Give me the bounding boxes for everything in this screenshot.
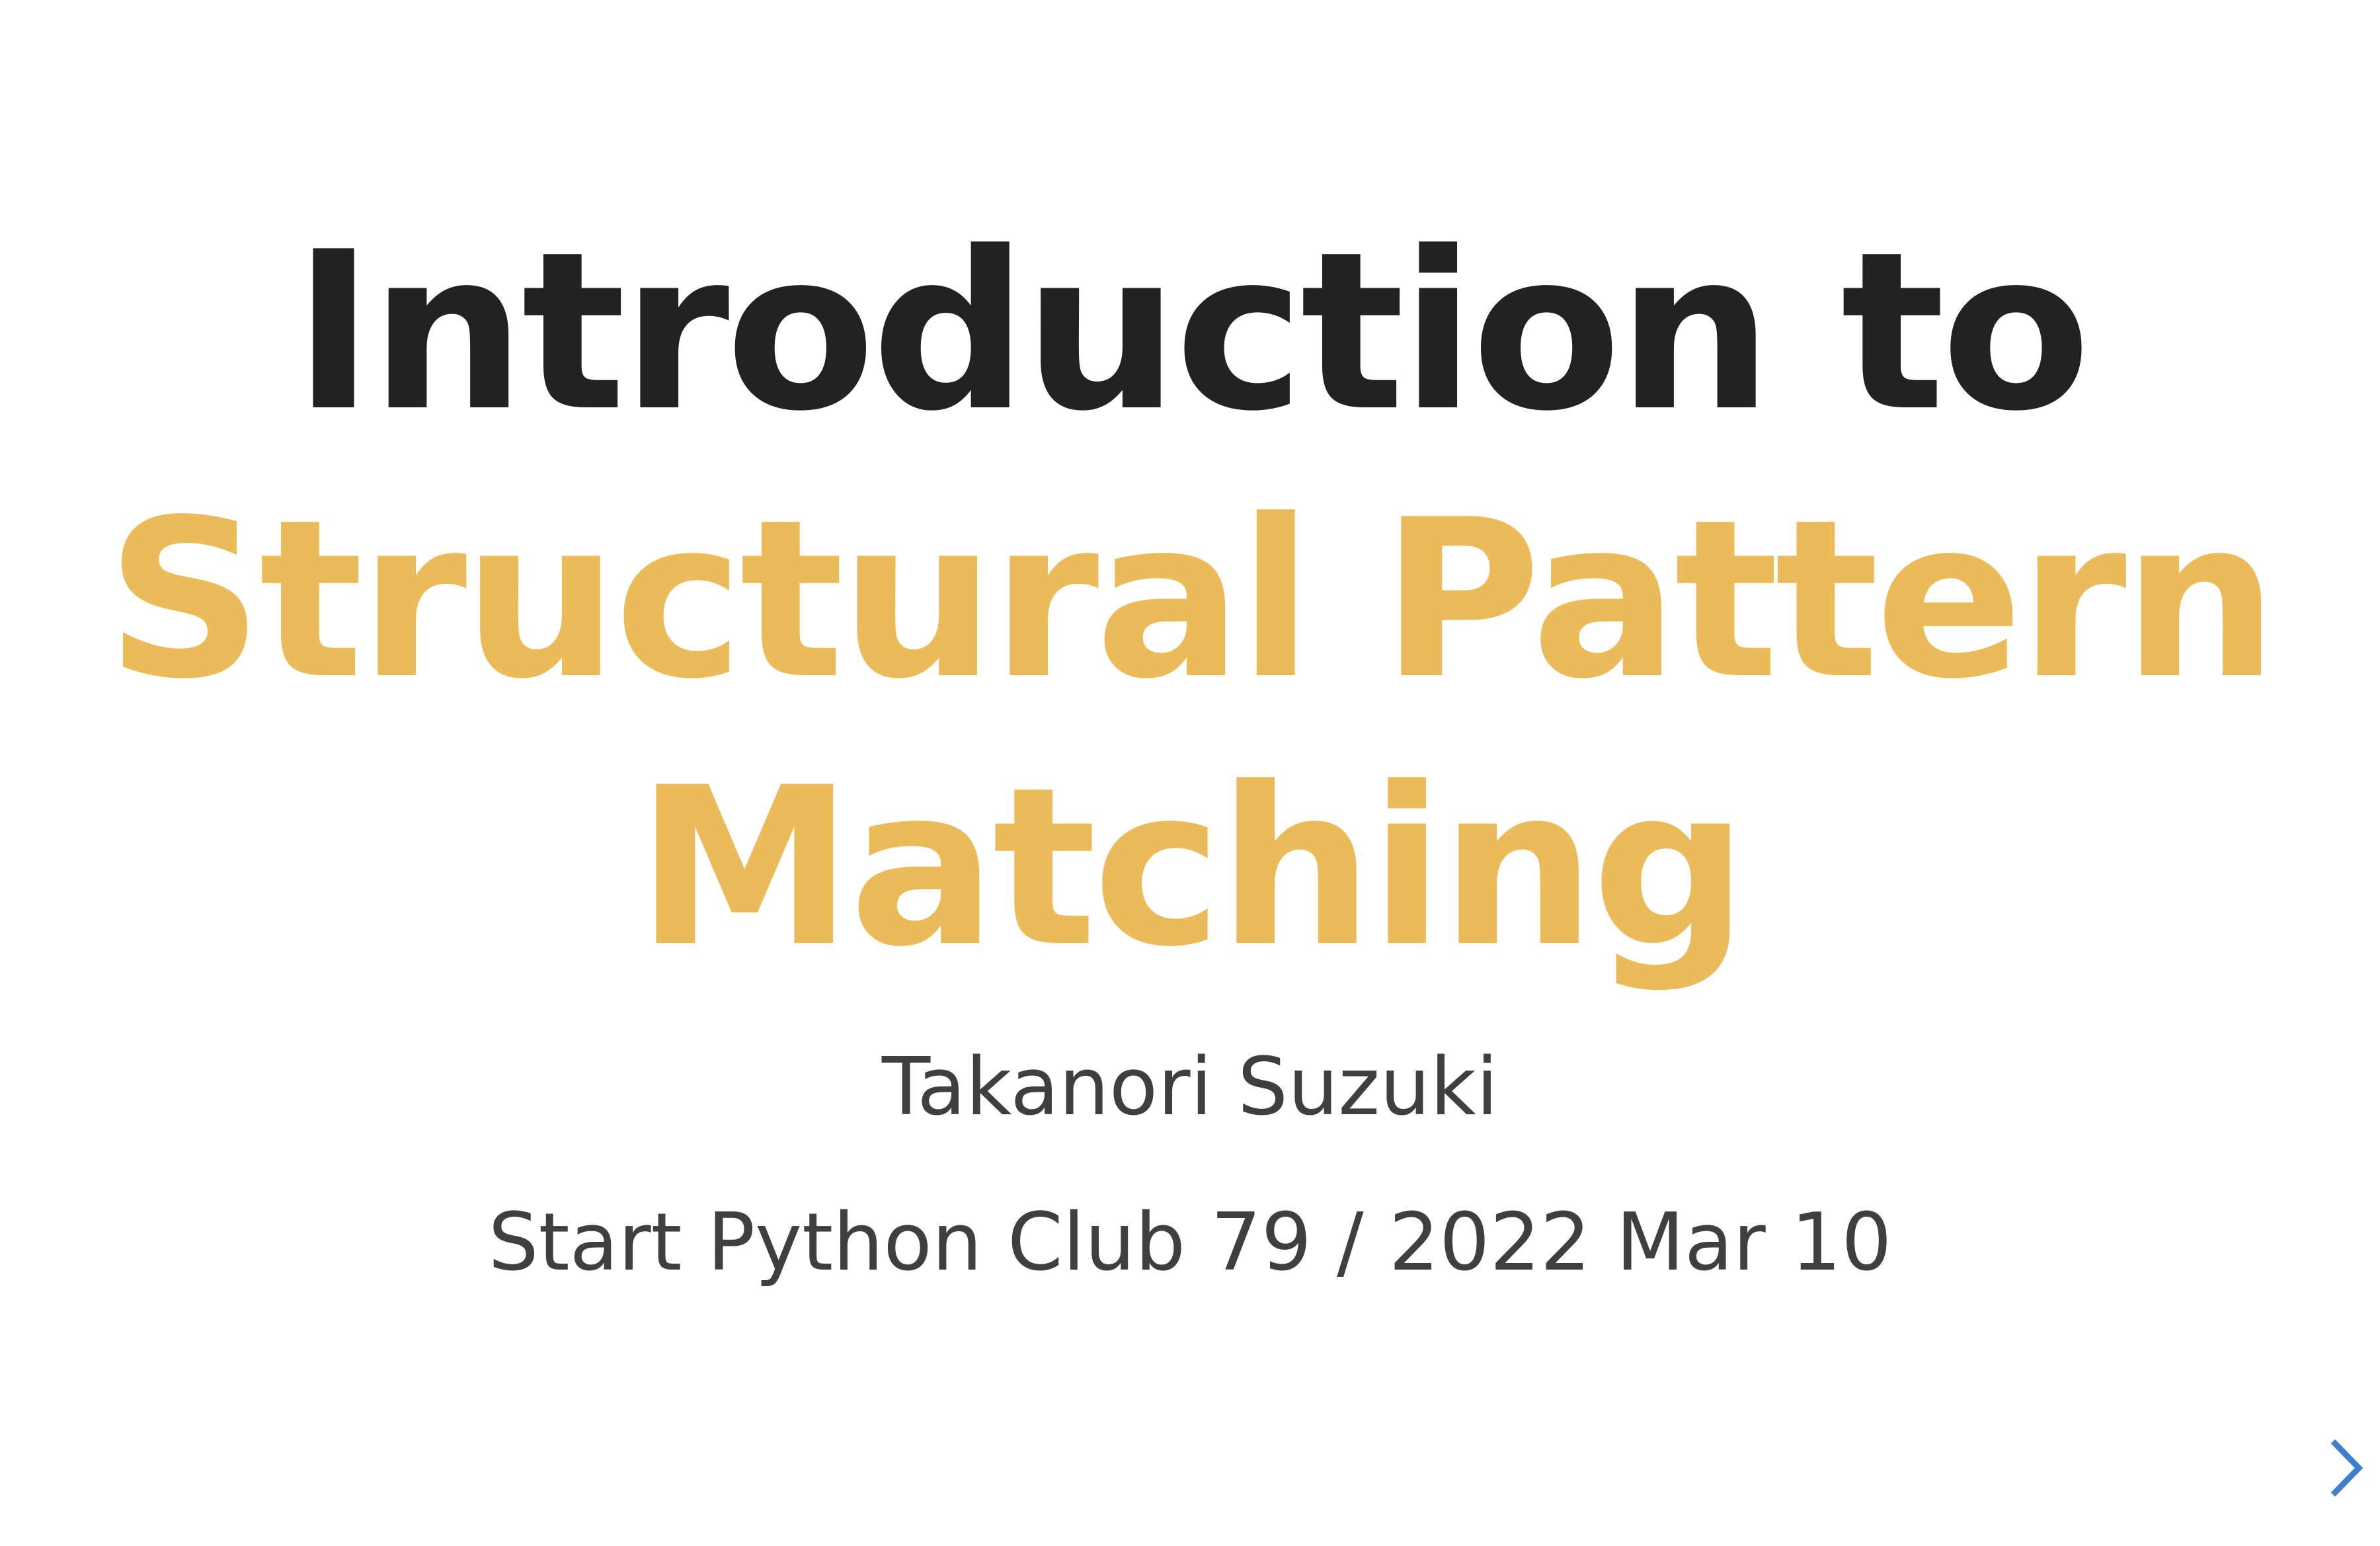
title-line-topic: Structural Pattern Matching	[106, 473, 2278, 995]
slide: Introduction to Structural Pattern Match…	[0, 0, 2380, 1546]
chevron-right-icon	[2330, 1439, 2363, 1497]
next-slide-button[interactable]	[2327, 1438, 2367, 1498]
event-info: Start Python Club 79 / 2022 Mar 10	[488, 1197, 1892, 1289]
author-name: Takanori Suzuki	[881, 1041, 1499, 1133]
slide-title: Introduction to Structural Pattern Match…	[0, 198, 2380, 1002]
title-line-intro: Introduction to	[293, 205, 2091, 459]
